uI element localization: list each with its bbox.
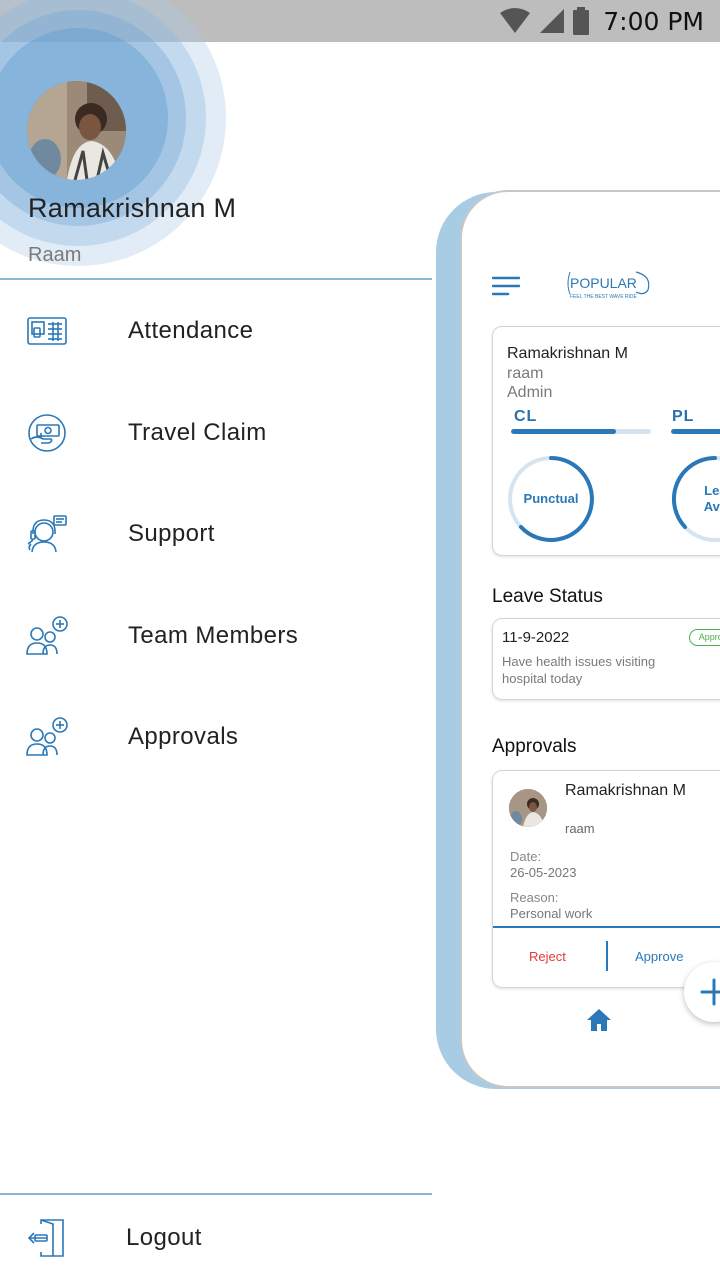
profile-handle: raam: [507, 365, 544, 382]
approval-divider: [493, 926, 720, 928]
battery-icon: [573, 7, 590, 35]
leave-description: Have health issues visiting hospital tod…: [502, 654, 656, 686]
logout-icon: [26, 1217, 68, 1259]
leave-status-card[interactable]: 11-9-2022 Approved Have health issues vi…: [492, 618, 720, 700]
menu-item-attendance[interactable]: Attendance: [0, 301, 432, 361]
menu-item-label: Support: [128, 520, 215, 547]
reason-value: Personal work: [510, 906, 593, 921]
date-value: 26-05-2023: [510, 865, 577, 880]
attendance-icon: [26, 310, 68, 352]
menu-item-support[interactable]: Support: [0, 504, 432, 564]
svg-text:FEEL THE BEST WAVE RIDE: FEEL THE BEST WAVE RIDE: [570, 294, 638, 300]
menu-item-label: Approvals: [128, 723, 239, 750]
leave-status-title: Leave Status: [492, 586, 603, 607]
ring-label: Leav Avail: [689, 483, 720, 515]
approval-card: Ramakrishnan M raam Date: 26-05-2023 Rea…: [492, 770, 720, 988]
profile-card: Ramakrishnan M raam Admin CL PL Punctual…: [492, 326, 720, 556]
leave-date: 11-9-2022: [502, 629, 570, 646]
cl-progress-bar: [511, 429, 651, 434]
leave-type-label: PL: [672, 408, 695, 425]
app-screen: 7:00 PM Ramakrishnan M Raam Attendance T…: [0, 0, 720, 1280]
approval-handle: raam: [565, 821, 595, 836]
user-name: Ramakrishnan M: [28, 193, 237, 223]
status-badge: Approved: [689, 629, 720, 646]
approval-avatar: [509, 789, 547, 827]
status-time: 7:00 PM: [603, 6, 704, 36]
profile-name: Ramakrishnan M: [507, 345, 628, 362]
ring-label-line: Leav: [704, 483, 720, 498]
date-label: Date:: [510, 849, 542, 864]
main-screen-preview[interactable]: POPULAR FEEL THE BEST WAVE RIDE Ramakris…: [460, 190, 720, 1088]
menu-item-approvals[interactable]: Approvals: [0, 707, 432, 767]
ring-label-line: Avail: [703, 499, 720, 514]
popular-logo: POPULAR FEEL THE BEST WAVE RIDE: [567, 271, 650, 300]
pl-progress-fill: [671, 429, 720, 434]
logout-button[interactable]: Logout: [0, 1208, 432, 1268]
drawer-divider: [0, 1193, 432, 1195]
menu-item-label: Travel Claim: [128, 419, 267, 446]
menu-icon[interactable]: [492, 276, 520, 296]
menu-item-label: Attendance: [128, 317, 254, 344]
menu-item-travel-claim[interactable]: Travel Claim: [0, 403, 432, 463]
cl-progress-fill: [511, 429, 616, 434]
travel-claim-icon: [26, 412, 68, 454]
approvals-icon: [26, 716, 68, 758]
wifi-icon: [500, 8, 531, 33]
status-icons: 7:00 PM: [499, 0, 704, 42]
plus-icon: [700, 978, 720, 1006]
profile-role: Admin: [507, 384, 553, 401]
menu-item-team-members[interactable]: Team Members: [0, 606, 432, 666]
logout-label: Logout: [126, 1224, 202, 1251]
profile-avatar[interactable]: [27, 81, 126, 180]
ring-label: Punctual: [523, 491, 579, 506]
approval-name: Ramakrishnan M: [565, 782, 686, 799]
menu-item-label: Team Members: [128, 622, 299, 649]
team-members-icon: [26, 615, 68, 657]
reject-button[interactable]: Reject: [529, 949, 566, 964]
reason-label: Reason:: [510, 890, 559, 905]
home-icon[interactable]: [586, 1008, 612, 1032]
user-handle: Raam: [28, 244, 82, 266]
leave-type-label: CL: [514, 408, 538, 425]
drawer-divider: [0, 278, 432, 280]
approve-button[interactable]: Approve: [635, 949, 683, 964]
svg-text:POPULAR: POPULAR: [570, 275, 637, 291]
approvals-title: Approvals: [492, 736, 577, 757]
signal-icon: [540, 9, 565, 33]
pl-progress-bar: [671, 429, 720, 434]
approval-vertical-divider: [606, 941, 608, 971]
support-icon: [26, 513, 68, 555]
